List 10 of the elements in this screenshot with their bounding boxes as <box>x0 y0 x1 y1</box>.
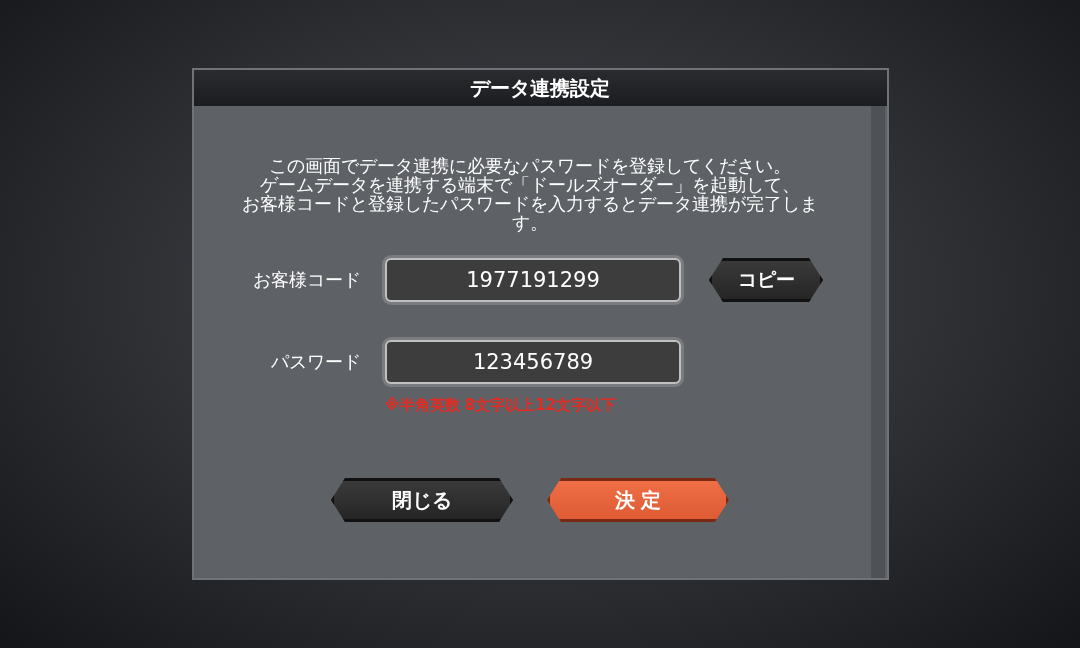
input-field[interactable]: 123456789 <box>385 340 681 384</box>
instruction-text: この画面でデータ連携に必要なパスワードを登録してください。 ゲームデータを連携する端末で「ドールズオーダー」を起動して、 お客様コードと登録したパスワードを入力するとデータ連携が完了します。 <box>241 156 819 232</box>
close-button[interactable]: 閉じる <box>331 478 513 522</box>
input-field[interactable]: 1977191299 <box>385 258 681 302</box>
hint-text: ※半角英数 8文字以上12文字以下 <box>385 395 618 415</box>
dialog-title: データ連携設定 <box>193 70 887 106</box>
scrollbar[interactable] <box>870 106 885 578</box>
field-label: お客様コード <box>252 268 362 292</box>
field-label: パスワード <box>270 350 362 374</box>
copy-button[interactable]: コピー <box>709 258 823 302</box>
